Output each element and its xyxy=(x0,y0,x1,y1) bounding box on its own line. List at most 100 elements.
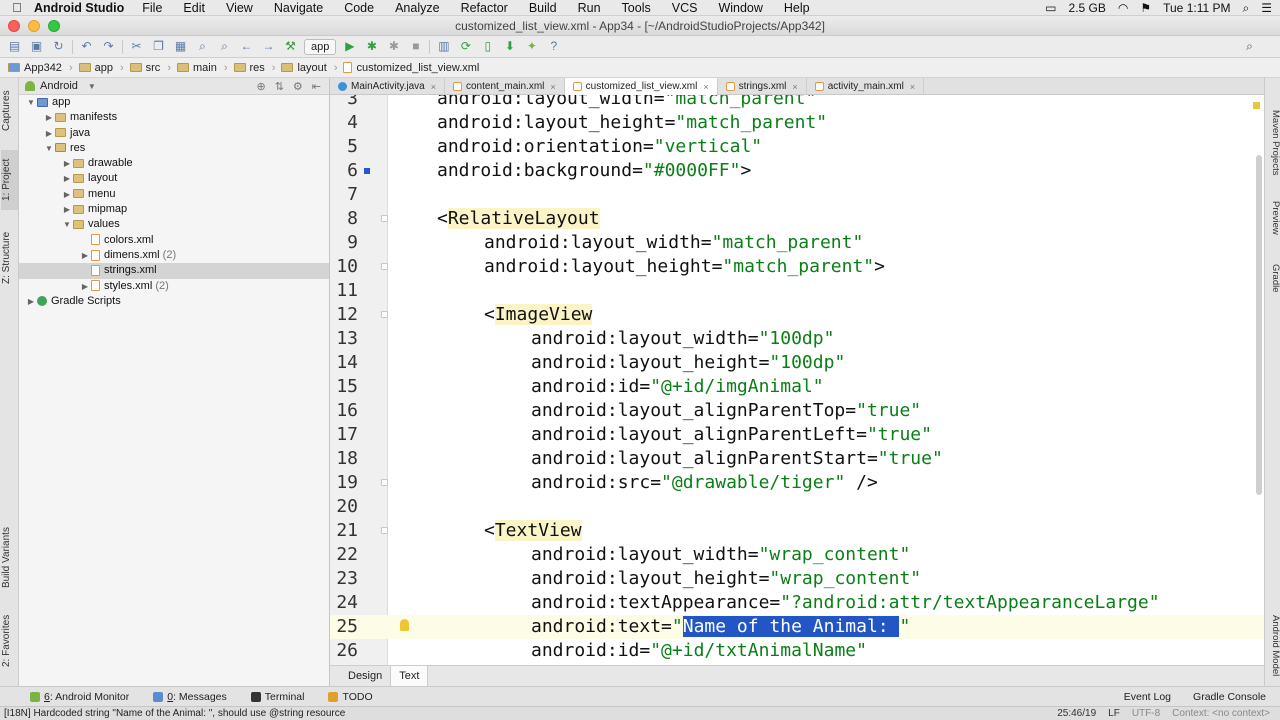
close-tab-icon[interactable]: × xyxy=(431,82,436,92)
notification-center-icon[interactable]: ☰ xyxy=(1261,1,1272,15)
app-menu[interactable]: Android Studio xyxy=(34,1,124,15)
tree-item-drawable[interactable]: ▶ drawable xyxy=(19,156,329,171)
collapsed-arrow-icon[interactable]: ▶ xyxy=(79,279,91,294)
spotlight-search-icon[interactable]: ⌕ xyxy=(1243,1,1250,16)
search-everywhere-icon[interactable]: ⌕ xyxy=(1241,38,1258,55)
tree-item-app[interactable]: ▼ app xyxy=(19,95,329,110)
expanded-arrow-icon[interactable]: ▼ xyxy=(25,95,37,110)
back-icon[interactable]: ← xyxy=(238,38,255,55)
hide-panel-icon[interactable]: ⇤ xyxy=(312,80,321,93)
close-tab-icon[interactable]: × xyxy=(792,82,797,92)
collapse-all-icon[interactable]: ⇅ xyxy=(275,80,284,93)
find-icon[interactable]: ⌕ xyxy=(194,38,211,55)
run-icon[interactable]: ▶ xyxy=(341,38,358,55)
fold-marker-icon[interactable] xyxy=(381,215,388,222)
tree-item-strings-xml[interactable]: strings.xml xyxy=(19,263,329,279)
tab-content-main-xml[interactable]: content_main.xml × xyxy=(445,78,565,95)
menu-refactor[interactable]: Refactor xyxy=(461,1,508,15)
project-structure-icon[interactable]: ▥ xyxy=(435,38,452,55)
design-tab[interactable]: Design xyxy=(340,666,390,686)
tree-item-layout[interactable]: ▶ layout xyxy=(19,171,329,186)
forward-icon[interactable]: → xyxy=(260,38,277,55)
sync-icon[interactable]: ↻ xyxy=(50,38,67,55)
breadcrumb-item[interactable]: res › xyxy=(233,62,275,74)
collapsed-arrow-icon[interactable]: ▶ xyxy=(25,294,37,309)
breadcrumb-item[interactable]: layout › xyxy=(281,62,337,74)
close-tab-icon[interactable]: × xyxy=(910,82,915,92)
replace-icon[interactable]: ⌕ xyxy=(216,38,233,55)
project-view-mode[interactable]: Android xyxy=(40,80,78,92)
tab-mainactivity-java[interactable]: MainActivity.java × xyxy=(330,78,445,95)
android-model-tab[interactable]: Android Model xyxy=(1266,608,1280,683)
collapsed-arrow-icon[interactable]: ▶ xyxy=(43,110,55,125)
breadcrumb-item[interactable]: customized_list_view.xml xyxy=(343,62,479,74)
tree-item-mipmap[interactable]: ▶ mipmap xyxy=(19,202,329,217)
collapsed-arrow-icon[interactable]: ▶ xyxy=(61,187,73,202)
event-log-button[interactable]: Event Log xyxy=(1124,691,1171,703)
close-tab-icon[interactable]: × xyxy=(703,82,708,92)
structure-tab[interactable]: Z: Structure xyxy=(1,223,18,293)
breadcrumb-item[interactable]: src › xyxy=(129,62,171,74)
maven-projects-tab[interactable]: Maven Projects xyxy=(1266,98,1280,188)
tab-activity-main-xml[interactable]: activity_main.xml × xyxy=(807,78,925,95)
breadcrumb-item[interactable]: App342 › xyxy=(8,62,73,74)
caret-position[interactable]: 25:46/19 xyxy=(1057,708,1096,719)
tool-window-todo[interactable]: TODO xyxy=(328,691,373,703)
warning-marker-icon[interactable] xyxy=(1253,102,1260,109)
breadcrumb-item[interactable]: main › xyxy=(176,62,228,74)
color-swatch-icon[interactable] xyxy=(364,168,370,174)
tree-item-java[interactable]: ▶ java xyxy=(19,126,329,141)
collapsed-arrow-icon[interactable]: ▶ xyxy=(61,202,73,217)
sync-scroll-icon[interactable]: ⊕ xyxy=(256,80,265,93)
fold-marker-icon[interactable] xyxy=(381,311,388,318)
tool-window-terminal[interactable]: Terminal xyxy=(250,691,304,703)
vertical-scrollbar[interactable] xyxy=(1256,155,1262,495)
menu-navigate[interactable]: Navigate xyxy=(274,1,323,15)
tree-item-values[interactable]: ▼ values xyxy=(19,217,329,232)
menu-file[interactable]: File xyxy=(142,1,162,15)
run-configuration-select[interactable]: app xyxy=(304,38,337,55)
redo-icon[interactable]: ↷ xyxy=(100,38,117,55)
file-encoding[interactable]: UTF-8 xyxy=(1132,708,1160,719)
collapsed-arrow-icon[interactable]: ▶ xyxy=(79,248,91,263)
favorites-tab[interactable]: 2: Favorites xyxy=(1,608,18,673)
tree-item-dimens-xml[interactable]: ▶ dimens.xml (2) xyxy=(19,248,329,263)
tree-item-menu[interactable]: ▶ menu xyxy=(19,187,329,202)
collapsed-arrow-icon[interactable]: ▶ xyxy=(61,156,73,171)
tree-item-gradle-scripts[interactable]: ▶ Gradle Scripts xyxy=(19,294,329,309)
code-editor[interactable]: 3 android:layout_width="match_parent" 4 and… xyxy=(330,95,1264,665)
expanded-arrow-icon[interactable]: ▼ xyxy=(61,217,73,232)
menu-edit[interactable]: Edit xyxy=(183,1,205,15)
menu-vcs[interactable]: VCS xyxy=(672,1,698,15)
text-tab[interactable]: Text xyxy=(390,666,429,686)
menu-help[interactable]: Help xyxy=(784,1,810,15)
fold-marker-icon[interactable] xyxy=(381,263,388,270)
sdk-manager-icon[interactable]: ⬇ xyxy=(501,38,518,55)
menu-analyze[interactable]: Analyze xyxy=(395,1,439,15)
wifi-icon[interactable]: ◠ xyxy=(1118,1,1128,15)
context-indicator[interactable]: Context: <no context> xyxy=(1172,708,1270,719)
tab-customized-list-view-xml[interactable]: customized_list_view.xml × xyxy=(564,78,718,95)
breadcrumb-item[interactable]: app › xyxy=(78,62,124,74)
android-device-monitor-icon[interactable]: ✦ xyxy=(523,38,540,55)
tree-item-colors-xml[interactable]: colors.xml xyxy=(19,233,329,248)
copy-icon[interactable]: ❐ xyxy=(150,38,167,55)
flag-icon[interactable]: ⚑ xyxy=(1140,1,1151,15)
tree-item-styles-xml[interactable]: ▶ styles.xml (2) xyxy=(19,279,329,294)
save-all-icon[interactable]: ▣ xyxy=(28,38,45,55)
gradle-sync-icon[interactable]: ⟳ xyxy=(457,38,474,55)
paste-icon[interactable]: ▦ xyxy=(172,38,189,55)
close-tab-icon[interactable]: × xyxy=(550,82,555,92)
stop-icon[interactable]: ■ xyxy=(407,38,424,55)
make-project-icon[interactable]: ⚒ xyxy=(282,38,299,55)
help-icon[interactable]: ? xyxy=(545,38,562,55)
menu-code[interactable]: Code xyxy=(344,1,374,15)
intention-bulb-icon[interactable] xyxy=(400,619,409,631)
apple-menu-icon[interactable]:  xyxy=(0,0,34,15)
open-folder-icon[interactable]: ▤ xyxy=(6,38,23,55)
menu-build[interactable]: Build xyxy=(529,1,557,15)
attach-debugger-icon[interactable]: ✱ xyxy=(385,38,402,55)
menu-window[interactable]: Window xyxy=(718,1,762,15)
expanded-arrow-icon[interactable]: ▼ xyxy=(43,141,55,156)
fold-marker-icon[interactable] xyxy=(381,479,388,486)
